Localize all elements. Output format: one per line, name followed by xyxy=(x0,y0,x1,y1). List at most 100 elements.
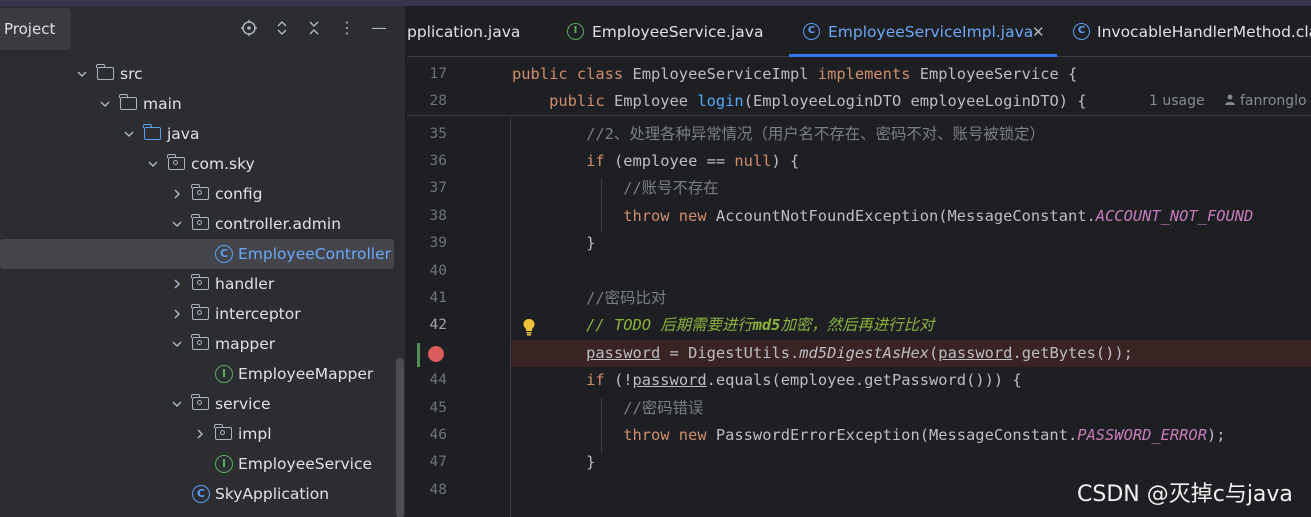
tab-label: pplication.java xyxy=(407,23,521,41)
code-token: 加密，然后再进行比对 xyxy=(780,316,935,335)
interface-icon: I xyxy=(215,455,233,473)
tree-item[interactable]: I EmployeeMapper xyxy=(0,359,405,389)
code-line[interactable]: 35 //2、处理各种异常情况（用户名不存在、密码不对、账号被锁定） xyxy=(407,121,1311,148)
tree-item[interactable]: interceptor xyxy=(0,299,405,331)
tree-item[interactable]: java xyxy=(0,119,405,151)
chevron-down-icon[interactable] xyxy=(146,149,160,181)
author-hint[interactable]: fanronglo xyxy=(1224,88,1307,115)
code-line[interactable]: 47 } xyxy=(407,449,1311,476)
code-token: password xyxy=(632,371,707,390)
code-line[interactable]: 44 if (!password.equals(employee.getPass… xyxy=(407,367,1311,394)
tree-item[interactable]: controller.admin xyxy=(0,209,405,241)
tree-item[interactable]: mapper xyxy=(0,329,405,361)
tree-item[interactable]: C EmployeeController xyxy=(0,239,394,269)
line-number: 35 xyxy=(429,125,447,142)
code-line[interactable]: 39 } xyxy=(407,230,1311,257)
close-icon[interactable]: ✕ xyxy=(1032,6,1045,59)
code-line[interactable]: 42 // TODO 后期需要进行md5加密，然后再进行比对 xyxy=(407,312,1311,339)
code-token: AccountNotFoundException(MessageConstant… xyxy=(715,206,1096,225)
code-token: EmployeeService { xyxy=(919,65,1078,83)
tree-item[interactable]: C SkyApplication xyxy=(0,479,405,509)
tab-employee-service-impl[interactable]: C EmployeeServiceImpl.java ✕ xyxy=(789,6,1057,57)
tree-item[interactable]: I EmployeeService xyxy=(0,449,405,479)
tree-item[interactable]: impl xyxy=(0,419,405,451)
code-line[interactable]: 37 //账号不存在 xyxy=(407,175,1311,202)
project-panel-header: Project ⋮ — xyxy=(0,6,405,52)
hide-panel-icon[interactable]: — xyxy=(368,17,390,39)
line-number: 17 xyxy=(429,66,447,82)
code-line[interactable]: password = DigestUtils.md5DigestAsHex(pa… xyxy=(407,340,1311,367)
chevron-down-icon[interactable] xyxy=(170,389,184,421)
code-token: EmployeeServiceImpl xyxy=(632,65,818,83)
code-text: public class EmployeeServiceImpl impleme… xyxy=(512,61,1077,88)
code-token: .getBytes()); xyxy=(1012,343,1133,362)
tab-label: InvocableHandlerMethod.clas xyxy=(1097,23,1311,41)
chevron-down-icon[interactable] xyxy=(98,89,112,121)
tree-item-label: handler xyxy=(215,275,275,293)
expand-all-icon[interactable] xyxy=(271,17,293,39)
editor-tabs: pplication.java I EmployeeService.java C… xyxy=(407,6,1311,57)
chevron-right-icon[interactable] xyxy=(170,179,184,211)
code-line[interactable]: 46 throw new PasswordErrorException(Mess… xyxy=(407,422,1311,449)
chevron-right-icon[interactable] xyxy=(170,299,184,331)
interface-icon: I xyxy=(215,365,233,383)
tree-item[interactable]: src xyxy=(0,59,405,91)
code-token: throw new xyxy=(512,425,716,444)
tree-item-label: controller.admin xyxy=(215,215,342,233)
tree-item[interactable]: com.sky xyxy=(0,149,405,181)
chevron-right-icon[interactable] xyxy=(193,419,207,451)
code-line[interactable]: 45 //密码错误 xyxy=(407,395,1311,422)
chevron-down-icon[interactable] xyxy=(122,119,136,151)
code-token: if xyxy=(512,151,614,170)
code-text: throw new AccountNotFoundException(Messa… xyxy=(512,203,1253,230)
line-number: 42 xyxy=(429,317,447,334)
chevron-right-icon[interactable] xyxy=(170,269,184,301)
tab-application-java[interactable]: pplication.java xyxy=(407,6,547,57)
tab-employee-service[interactable]: I EmployeeService.java xyxy=(567,6,772,57)
code-text: throw new PasswordErrorException(Message… xyxy=(512,422,1226,449)
project-tab[interactable]: Project xyxy=(0,8,71,50)
line-number: 40 xyxy=(429,262,447,279)
chevron-down-icon[interactable] xyxy=(75,59,89,91)
tree-item-label: service xyxy=(215,395,271,413)
code-line[interactable]: 28 public Employee login(EmployeeLoginDT… xyxy=(407,88,1311,115)
collapse-all-icon[interactable] xyxy=(303,17,325,39)
code-token: //密码错误 xyxy=(512,398,704,417)
code-token: TODO 后期需要进行 xyxy=(613,316,753,335)
code-line[interactable]: 41 //密码比对 xyxy=(407,285,1311,312)
user-icon xyxy=(1224,93,1240,109)
tab-invocable-handler-method[interactable]: C InvocableHandlerMethod.clas xyxy=(1071,6,1311,57)
line-number: 47 xyxy=(429,454,447,471)
usage-hint[interactable]: 1 usage xyxy=(1149,88,1205,115)
code-token: public xyxy=(512,92,614,110)
code-text: } xyxy=(512,230,595,257)
code-text: //密码错误 xyxy=(512,395,703,422)
watermark: CSDN @灭掉c与java xyxy=(1077,482,1293,507)
locate-icon[interactable] xyxy=(238,17,260,39)
package-icon xyxy=(191,304,209,320)
tree-item-label: EmployeeController xyxy=(238,245,392,263)
line-number: 48 xyxy=(429,481,447,498)
more-options-icon[interactable]: ⋮ xyxy=(336,17,358,39)
code-line[interactable]: 17 public class EmployeeServiceImpl imple… xyxy=(407,61,1311,88)
chevron-down-icon[interactable] xyxy=(170,329,184,361)
line-number: 39 xyxy=(429,235,447,252)
code-token: password xyxy=(938,343,1013,362)
class-icon: C xyxy=(803,23,820,40)
tree-item-label: mapper xyxy=(215,335,276,353)
code-line[interactable]: 40 xyxy=(407,258,1311,285)
tree-item[interactable]: main xyxy=(0,89,405,121)
tree-item[interactable]: handler xyxy=(0,269,405,301)
code-text: public Employee login(EmployeeLoginDTO e… xyxy=(512,88,1086,115)
code-line[interactable]: 36 if (employee == null) { xyxy=(407,148,1311,175)
code-token: ); xyxy=(1206,425,1226,444)
chevron-down-icon[interactable] xyxy=(170,209,184,241)
code-line[interactable]: 38 throw new AccountNotFoundException(Me… xyxy=(407,203,1311,230)
tree-item[interactable]: config xyxy=(0,179,405,211)
tree-item[interactable]: service xyxy=(0,389,405,421)
package-icon xyxy=(191,274,209,290)
editor: pplication.java I EmployeeService.java C… xyxy=(407,6,1311,517)
project-scrollbar[interactable] xyxy=(396,358,404,517)
author-name: fanronglo xyxy=(1240,93,1307,109)
code-text: if (employee == null) { xyxy=(512,148,799,175)
